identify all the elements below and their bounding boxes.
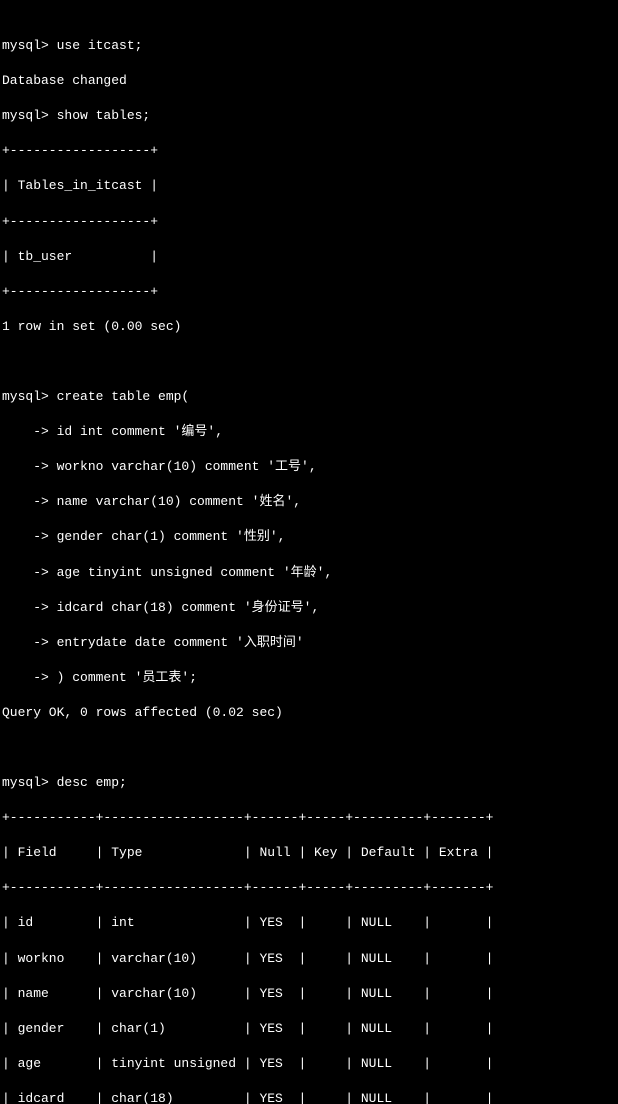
table-row: | gender | char(1) | YES | | NULL | | [2, 1020, 616, 1038]
table-row: | age | tinyint unsigned | YES | | NULL … [2, 1055, 616, 1073]
arrow-prompt: -> [2, 635, 57, 650]
use-command: use itcast; [57, 38, 143, 53]
mysql-prompt: mysql> [2, 108, 57, 123]
table-row: | tb_user | [2, 248, 616, 266]
mysql-prompt: mysql> [2, 389, 57, 404]
create-line: ) comment '员工表'; [57, 670, 197, 685]
create-command: create table emp( [57, 389, 190, 404]
arrow-prompt: -> [2, 494, 57, 509]
blank-line [2, 353, 616, 371]
terminal-line: mysql> create table emp( [2, 388, 616, 406]
table-border: +------------------+ [2, 213, 616, 231]
terminal-line: -> age tinyint unsigned comment '年龄', [2, 564, 616, 582]
arrow-prompt: -> [2, 529, 57, 544]
table-border: +------------------+ [2, 283, 616, 301]
table-header: | Field | Type | Null | Key | Default | … [2, 844, 616, 862]
use-response: Database changed [2, 72, 616, 90]
mysql-prompt: mysql> [2, 38, 57, 53]
table-border: +------------------+ [2, 142, 616, 160]
create-line: idcard char(18) comment '身份证号', [57, 600, 320, 615]
terminal-line: -> name varchar(10) comment '姓名', [2, 493, 616, 511]
terminal-line: mysql> show tables; [2, 107, 616, 125]
terminal-line: -> workno varchar(10) comment '工号', [2, 458, 616, 476]
create-line: gender char(1) comment '性别', [57, 529, 286, 544]
table-row: | workno | varchar(10) | YES | | NULL | … [2, 950, 616, 968]
desc-command: desc emp; [57, 775, 127, 790]
table-header: | Tables_in_itcast | [2, 177, 616, 195]
table-row: | id | int | YES | | NULL | | [2, 914, 616, 932]
create-line: id int comment '编号', [57, 424, 223, 439]
table-border: +-----------+------------------+------+-… [2, 809, 616, 827]
terminal-line: -> id int comment '编号', [2, 423, 616, 441]
arrow-prompt: -> [2, 424, 57, 439]
table-border: +-----------+------------------+------+-… [2, 879, 616, 897]
blank-line [2, 739, 616, 757]
terminal-line: -> ) comment '员工表'; [2, 669, 616, 687]
terminal-line: mysql> desc emp; [2, 774, 616, 792]
result-footer: 1 row in set (0.00 sec) [2, 318, 616, 336]
create-line: age tinyint unsigned comment '年龄', [57, 565, 333, 580]
terminal-line: -> idcard char(18) comment '身份证号', [2, 599, 616, 617]
arrow-prompt: -> [2, 600, 57, 615]
mysql-prompt: mysql> [2, 775, 57, 790]
create-line: entrydate date comment '入职时间' [57, 635, 304, 650]
create-line: workno varchar(10) comment '工号', [57, 459, 317, 474]
terminal-line: -> gender char(1) comment '性别', [2, 528, 616, 546]
terminal-line: -> entrydate date comment '入职时间' [2, 634, 616, 652]
create-response: Query OK, 0 rows affected (0.02 sec) [2, 704, 616, 722]
arrow-prompt: -> [2, 670, 57, 685]
arrow-prompt: -> [2, 459, 57, 474]
arrow-prompt: -> [2, 565, 57, 580]
table-row: | idcard | char(18) | YES | | NULL | | [2, 1090, 616, 1104]
table-row: | name | varchar(10) | YES | | NULL | | [2, 985, 616, 1003]
terminal-line: mysql> use itcast; [2, 37, 616, 55]
show-tables-command: show tables; [57, 108, 151, 123]
create-line: name varchar(10) comment '姓名', [57, 494, 301, 509]
